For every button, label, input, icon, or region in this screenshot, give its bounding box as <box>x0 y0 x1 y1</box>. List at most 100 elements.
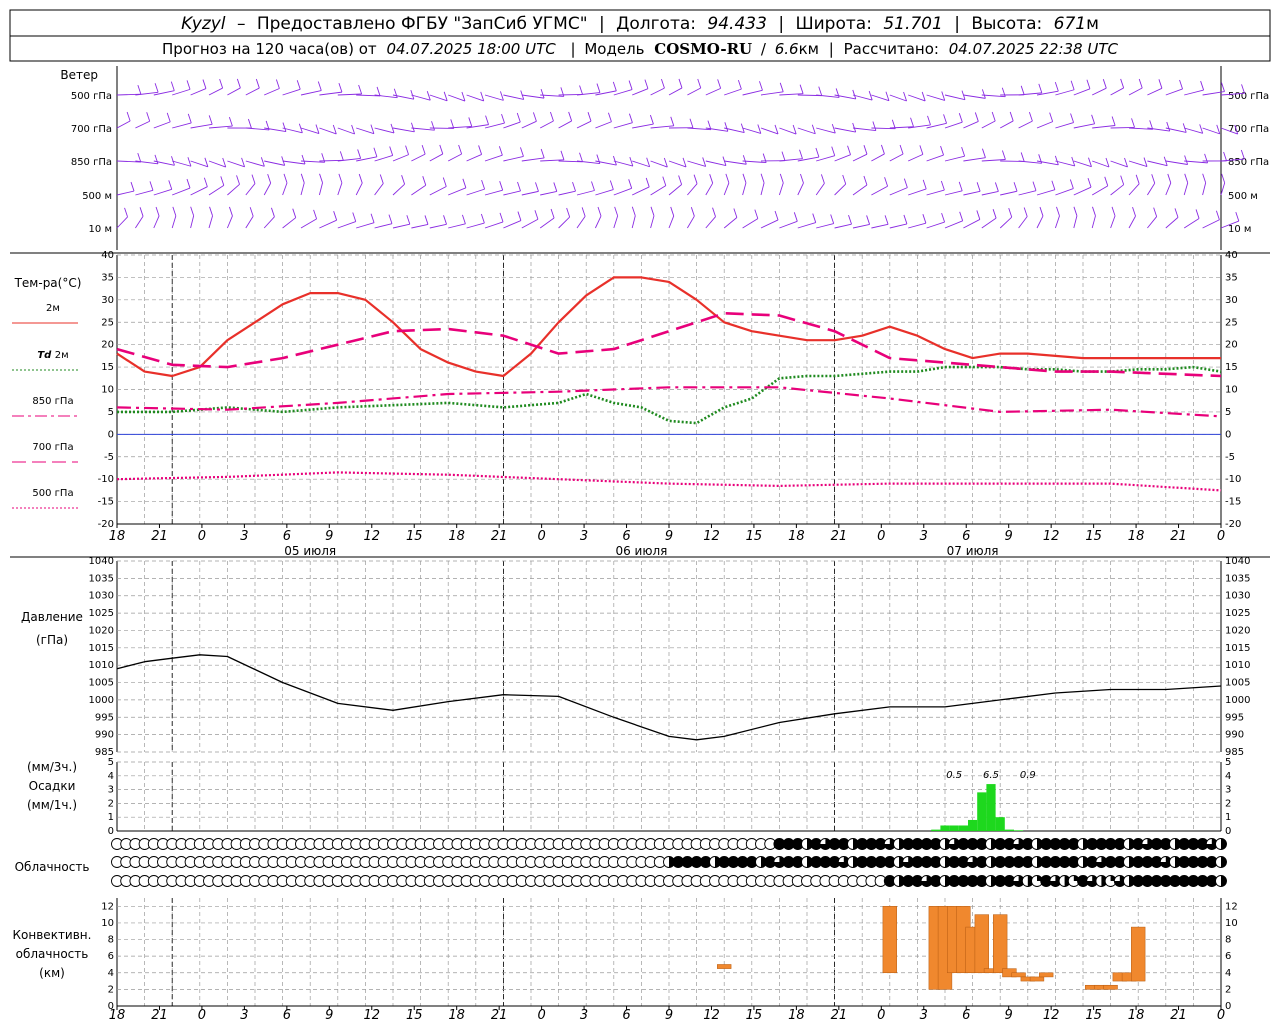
wind-barb-feather <box>662 176 667 186</box>
wind-barb-shaft <box>613 215 619 229</box>
ytick-label-right: 1015 <box>1225 643 1250 654</box>
wind-barb-feather <box>251 174 256 184</box>
wind-barb-shaft <box>926 221 945 229</box>
wind-barb-feather <box>154 154 159 164</box>
wind-barb-feather <box>1221 173 1226 183</box>
wind-barb-shaft <box>300 127 320 134</box>
wind-barb-shaft <box>1091 185 1108 196</box>
wind-barb-shaft <box>889 223 908 229</box>
wind-barb-feather <box>919 145 924 155</box>
wind-barb-shaft <box>208 185 225 196</box>
wind-barb-shaft <box>595 189 614 196</box>
wind-barb-shaft <box>852 223 870 229</box>
ytick-label-right: -5 <box>1225 452 1235 463</box>
wind-barb-shaft <box>153 215 160 229</box>
wind-barb-feather <box>1235 211 1240 222</box>
ytick-label-right: 1005 <box>1225 678 1250 689</box>
wind-barb-feather <box>884 215 889 225</box>
wind-barb-feather <box>645 177 650 188</box>
ytick-label-left: 8 <box>108 935 114 946</box>
wind-barb-feather <box>1195 209 1200 219</box>
wind-barb-feather <box>609 180 614 190</box>
wind-barb-feather <box>431 121 435 131</box>
wind-barb-shaft <box>1184 127 1203 134</box>
ytick-label-left: 35 <box>101 272 114 283</box>
wind-barb-feather <box>1008 208 1013 218</box>
wind-barb-feather <box>352 212 357 222</box>
wind-barb-shaft <box>484 154 503 162</box>
xtick-label: 6 <box>622 1008 630 1023</box>
wind-barb-shaft <box>1018 120 1033 129</box>
wind-barb-feather <box>820 174 825 184</box>
convective-bar <box>974 914 989 974</box>
wind-barb-feather <box>1001 150 1006 160</box>
ytick-label-left: 25 <box>101 317 114 328</box>
precip-title: Осадки <box>29 779 76 793</box>
wind-barb-feather <box>1013 182 1018 192</box>
ytick-label-right: 1030 <box>1225 591 1250 602</box>
ytick-label-left: 1000 <box>89 695 114 706</box>
wind-barb-shaft <box>190 160 209 168</box>
xtick-label: 9 <box>665 1008 673 1023</box>
xtick-label: 0 <box>198 529 206 544</box>
wind-barb-shaft <box>448 187 467 196</box>
ytick-label-right: -15 <box>1225 497 1241 508</box>
wind-barb-feather <box>1166 121 1171 132</box>
ytick-label-right: 5 <box>1225 407 1231 418</box>
wind-barb-shaft <box>411 184 427 196</box>
ytick-label-left: 1040 <box>89 556 114 567</box>
xtick-label: 6 <box>962 529 970 544</box>
wind-barb-feather <box>139 207 144 217</box>
xtick-label: 0 <box>537 529 545 544</box>
convective-bar <box>882 906 897 974</box>
wind-barb-shaft <box>264 160 285 166</box>
ytick-label-left: 20 <box>101 340 114 351</box>
wind-barb-shaft <box>447 153 462 162</box>
xtick-label: 9 <box>665 529 673 544</box>
wind-barb-shaft <box>742 182 747 196</box>
convective-panel: Конвективн. облачность (км) 12 12 10 10 8 8 6 6… <box>13 898 1238 1023</box>
wind-barb-shaft <box>539 120 554 129</box>
wind-barb-feather <box>927 115 931 126</box>
wind-barb-shaft <box>944 190 963 196</box>
wind-barb-feather <box>811 124 816 134</box>
wind-barb-feather <box>315 124 320 134</box>
wind-barb-feather <box>187 113 192 124</box>
wind-barb-feather <box>1049 112 1054 122</box>
wind-barb-feather <box>236 175 240 185</box>
ytick-label-left: 12 <box>101 901 114 912</box>
ytick-label-left: 5 <box>108 757 114 768</box>
wind-barb-shaft <box>999 120 1014 129</box>
xtick-label: 21 <box>151 1008 168 1023</box>
xtick-label: 21 <box>831 1008 848 1023</box>
wind-barb-shaft <box>263 216 275 229</box>
wind-barb-feather <box>742 155 747 165</box>
wind-barb-feather <box>1028 111 1033 122</box>
wind-barb-feather <box>501 113 505 124</box>
wind-barb-feather <box>830 214 835 224</box>
wind-barb-shaft <box>429 186 447 196</box>
wind-barb-feather <box>532 112 537 122</box>
wind-barb-shaft <box>190 123 213 129</box>
wind-barb-shaft <box>190 186 208 196</box>
wind-barb-shaft <box>448 94 466 102</box>
wind-barb-feather <box>628 179 633 189</box>
ytick-label-left: 1005 <box>89 678 114 689</box>
wind-barb-feather <box>170 81 175 91</box>
wind-barb-shaft <box>1092 160 1110 168</box>
wind-barb-shaft <box>1128 215 1136 229</box>
xtick-label: 21 <box>491 1008 508 1023</box>
ytick-label-left: 10 <box>101 385 114 396</box>
wind-barb-shaft <box>374 155 393 162</box>
xtick-label: 6 <box>283 529 291 544</box>
wind-barb-shaft <box>466 154 482 162</box>
wind-barb-feather <box>690 207 695 217</box>
wind-barb-feather <box>388 214 393 224</box>
wind-barb-feather <box>579 152 583 162</box>
legend-label: Td 2м <box>37 350 68 361</box>
wind-barb-feather <box>130 181 135 192</box>
wind-title: Ветер <box>60 68 98 82</box>
ytick-label-right: 2 <box>1225 798 1231 809</box>
wind-barb-feather <box>1020 85 1025 95</box>
wind-barb-shaft <box>1036 121 1053 129</box>
